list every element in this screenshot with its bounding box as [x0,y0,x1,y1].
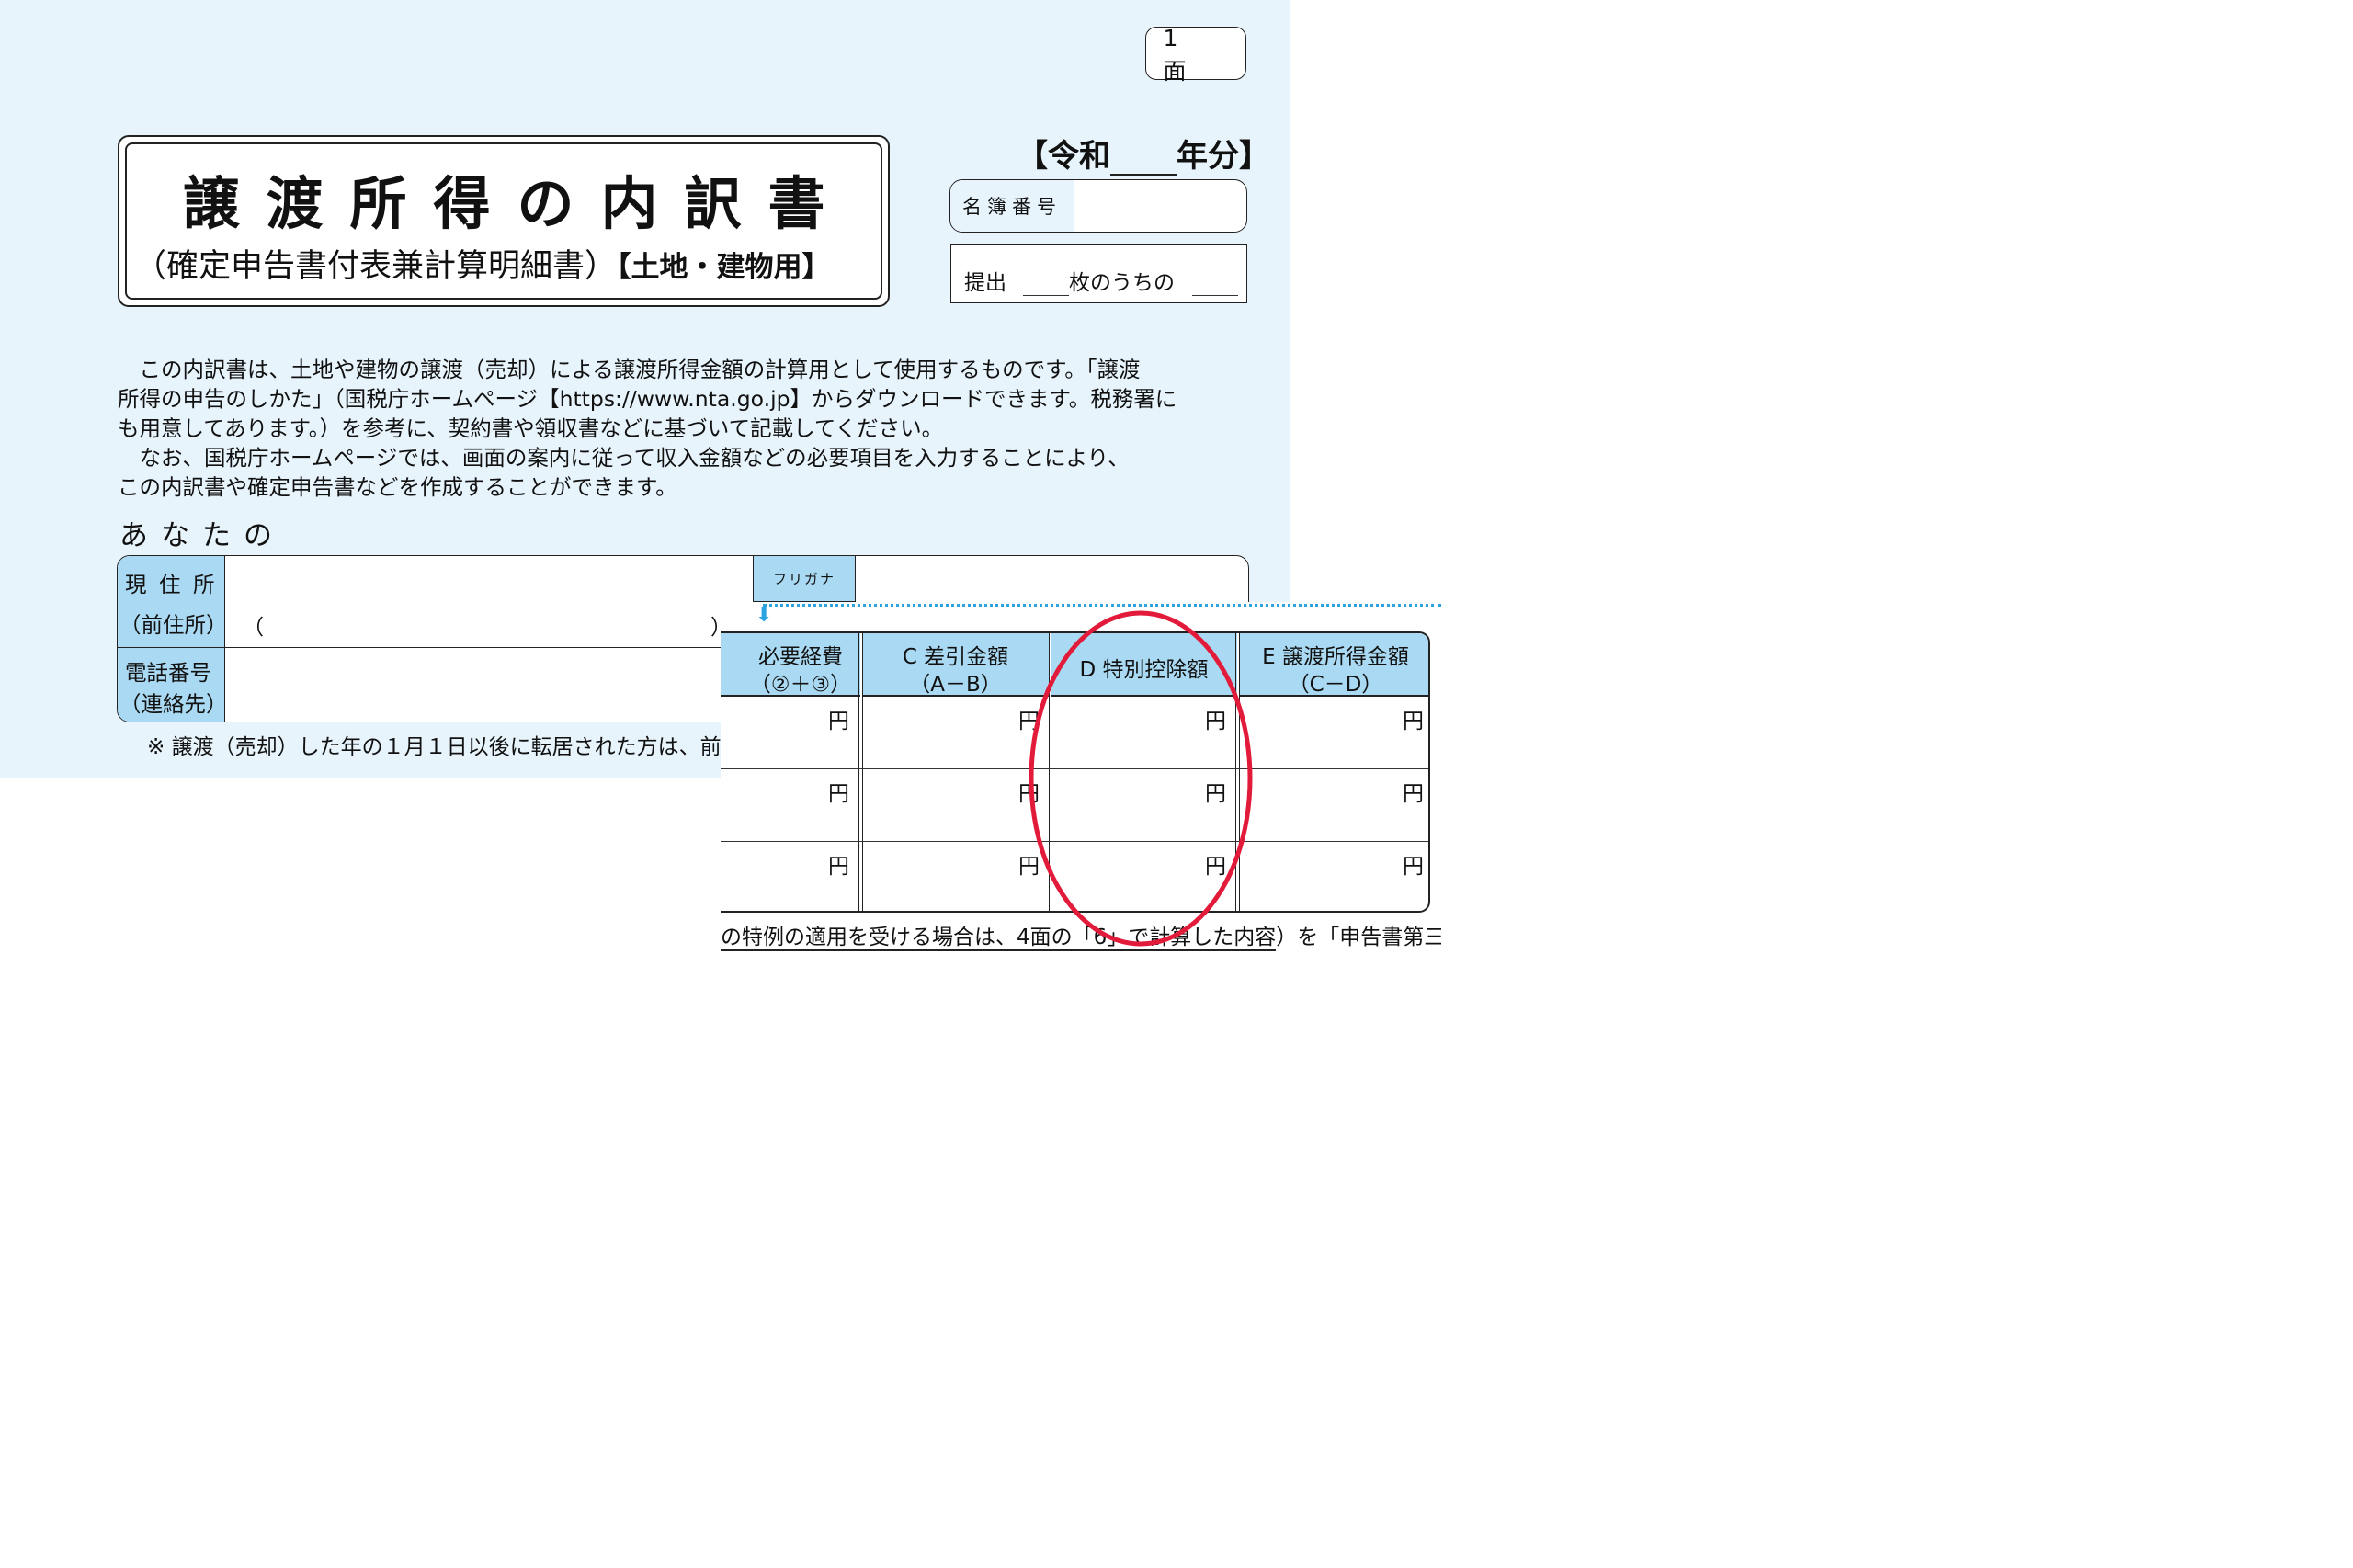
header-difference-line1: C 差引金額 [902,645,1009,669]
title-box: 譲渡所得の内訳書 （確定申告書付表兼計算明細書）【土地・建物用】 [118,135,890,307]
previous-address-label: （前住所） [119,612,228,638]
header-difference: C 差引金額 （A－B） [862,633,1049,697]
header-transfer-income: E 譲渡所得金額 （C－D） [1239,633,1428,697]
intro-line: この内訳書や確定申告書などを作成することができます。 [118,474,677,500]
column-divider [858,633,863,911]
section-heading-anata: あなたの [119,519,285,552]
header-transfer-income-line1: E 譲渡所得金額 [1262,645,1409,669]
yen-unit: 円 [828,855,849,879]
phone-label-cell: 電話番号 （連絡先） [118,648,228,722]
highlight-ellipse [1029,610,1253,947]
address-label: 現 住 所 [125,572,218,597]
address-label-cell: 現 住 所 （前住所） [118,556,228,648]
down-arrow-icon: ⬇ [756,604,773,627]
form-subtitle: （確定申告書付表兼計算明細書）【土地・建物用】 [134,240,831,287]
intro-line: も用意してあります。）を参考に、契約書や領収書などに基づいて記載してください。 [118,415,944,441]
yen-unit: 円 [1403,855,1424,879]
year-blank-field[interactable] [1110,146,1176,176]
phone-contact-label: （連絡先） [119,691,228,717]
submission-label: 提出 [964,271,1006,295]
address-field[interactable] [226,556,750,647]
intro-text: この内訳書は、土地や建物の譲渡（売却）による譲渡所得金額の計算用として使用するも… [118,355,1250,502]
phone-label: 電話番号 [125,660,211,686]
guide-dotted-line [763,604,1441,607]
submission-of-label: 枚のうちの [1069,271,1175,295]
intro-line: なお、国税庁ホームページでは、画面の案内に従って収入金額などの必要項目を入力する… [118,445,1130,471]
year-suffix: 年分】 [1176,138,1270,175]
header-transfer-income-line2: （C－D） [1288,673,1383,697]
header-difference-line2: （A－B） [909,673,1002,697]
subtitle-main: （確定申告書付表兼計算明細書） [134,248,618,285]
intro-line: この内訳書は、土地や建物の譲渡（売却）による譲渡所得金額の計算用として使用するも… [118,357,1141,382]
submission-count-box: 提出 枚のうちの [950,244,1247,303]
form-title: 譲渡所得の内訳書 [182,170,852,237]
furigana-label: フリガナ [753,556,856,602]
roll-number-field[interactable] [1074,180,1246,232]
yen-unit: 円 [1403,782,1424,806]
total-sheets-field[interactable] [1023,295,1069,296]
intro-line: 所得の申告のしかた」（国税庁ホームページ【https://www.nta.go.… [118,386,1177,412]
page-number-badge: 1 面 [1145,25,1246,85]
footnote: ※ 譲渡（売却）した年の１月１日以後に転居された方は、前 [147,735,722,759]
tax-year-label: 【令和 年分】 [1017,131,1270,176]
roll-number-box: 名簿番号 [949,179,1247,233]
header-expenses-line1: 必要経費 [758,645,843,669]
header-expenses: 必要経費 （②＋③） [721,633,860,697]
bottom-note-tail: ）を「申告書第三 [1276,926,1441,949]
yen-unit: 円 [1403,710,1424,733]
furigana-field[interactable] [858,556,1248,602]
year-prefix: 【令和 [1017,138,1110,175]
header-expenses-line2: （②＋③） [749,673,852,697]
sheet-index-field[interactable] [1192,295,1238,296]
yen-unit: 円 [828,782,849,806]
yen-unit: 円 [828,710,849,733]
subtitle-type: 【土地・建物用】 [617,251,831,284]
roll-number-label: 名簿番号 [950,180,1074,232]
